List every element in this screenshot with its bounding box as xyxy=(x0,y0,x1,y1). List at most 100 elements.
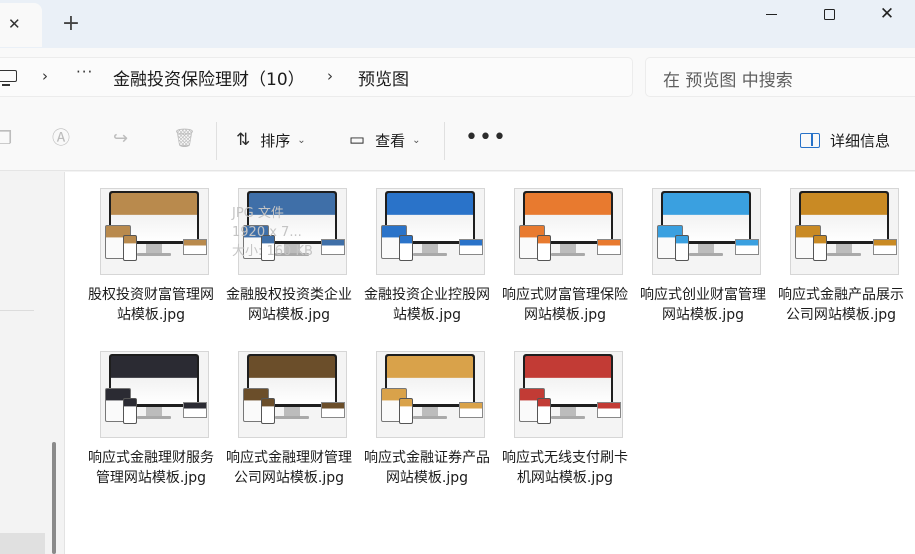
monitor-base xyxy=(137,253,171,256)
monitor-base xyxy=(689,253,723,256)
phone-graphic xyxy=(123,398,137,424)
file-item[interactable]: 响应式财富管理保险网站模板.jpg xyxy=(499,176,628,351)
rename-icon[interactable]: Ⓐ xyxy=(52,130,70,148)
drag-ghost-tooltip: JPG 文件 1920 x 7... 大小: 160 KB xyxy=(232,204,342,264)
details-pane-icon xyxy=(800,132,820,148)
monitor-base xyxy=(275,416,309,419)
delete-icon[interactable]: 🗑 xyxy=(173,130,196,148)
details-pane-button[interactable]: 详细信息 xyxy=(800,124,890,156)
breadcrumb-item[interactable]: 金融投资保险理财（10） xyxy=(113,65,305,90)
maximize-button[interactable] xyxy=(800,0,858,28)
share-icon[interactable]: ↪ xyxy=(113,130,128,148)
toolbar-divider xyxy=(216,122,217,160)
file-thumbnail xyxy=(376,351,485,438)
nav-scrollbar[interactable] xyxy=(52,442,56,554)
laptop-graphic xyxy=(459,402,483,418)
file-name: 响应式金融理财服务管理网站模板.jpg xyxy=(88,450,214,486)
view-label: 查看 xyxy=(375,131,406,150)
laptop-graphic xyxy=(183,239,207,255)
file-thumbnail xyxy=(652,188,761,275)
tab-active[interactable]: ✕ xyxy=(0,3,42,47)
breadcrumb-item[interactable]: 预览图 xyxy=(358,65,409,90)
laptop-graphic xyxy=(597,239,621,255)
laptop-graphic xyxy=(597,402,621,418)
details-label: 详细信息 xyxy=(830,131,891,150)
phone-graphic xyxy=(399,398,413,424)
monitor-base xyxy=(551,416,585,419)
breadcrumb-overflow[interactable]: ··· xyxy=(76,63,93,81)
monitor-base xyxy=(551,253,585,256)
file-thumbnail xyxy=(790,188,899,275)
file-item[interactable]: 金融投资企业控股网站模板.jpg xyxy=(361,176,490,351)
close-icon: ✕ xyxy=(879,3,895,24)
ghost-type: JPG 文件 xyxy=(232,206,284,221)
chevron-right-icon[interactable]: › xyxy=(327,67,333,85)
laptop-graphic xyxy=(873,239,897,255)
file-name: 响应式金融证券产品网站模板.jpg xyxy=(364,450,490,486)
more-options-button[interactable]: ••• xyxy=(465,127,507,149)
sort-label: 排序 xyxy=(260,131,291,150)
sort-button[interactable]: ⇅ 排序 ⌄ xyxy=(236,124,306,156)
phone-graphic xyxy=(123,235,137,261)
phone-graphic xyxy=(675,235,689,261)
chevron-right-icon[interactable]: › xyxy=(42,67,48,85)
computer-icon[interactable] xyxy=(0,70,17,86)
chevron-down-icon: ⌄ xyxy=(297,134,306,146)
file-grid: 股权投资财富管理网站模板.jpg 金融股权投资类企业网站模板.jpg 金融投资企业控… xyxy=(65,172,915,554)
file-item[interactable]: 响应式金融证券产品网站模板.jpg xyxy=(361,339,490,514)
file-name: 金融投资企业控股网站模板.jpg xyxy=(364,287,490,323)
view-icon: ▭ xyxy=(349,130,366,150)
file-item[interactable]: 响应式金融理财管理公司网站模板.jpg xyxy=(223,339,352,514)
command-bar: ❐ Ⓐ ↪ 🗑 ⇅ 排序 ⌄ ▭ 查看 ⌄ ••• 详细信息 xyxy=(0,108,915,171)
address-bar[interactable]: › ··· 金融投资保险理财（10） › 预览图 xyxy=(0,57,633,97)
close-window-button[interactable]: ✕ xyxy=(858,0,915,28)
toolbar-divider xyxy=(444,122,445,160)
laptop-graphic xyxy=(459,239,483,255)
file-name: 响应式无线支付刷卡机网站模板.jpg xyxy=(502,450,628,486)
file-name: 响应式创业财富管理网站模板.jpg xyxy=(640,287,766,323)
phone-graphic xyxy=(537,398,551,424)
tab-strip: ✕ + ✕ xyxy=(0,0,915,48)
file-thumbnail xyxy=(376,188,485,275)
minimize-icon xyxy=(765,13,777,15)
file-name: 金融股权投资类企业网站模板.jpg xyxy=(226,287,352,323)
close-tab-icon[interactable]: ✕ xyxy=(8,15,21,33)
nav-divider xyxy=(0,310,34,311)
monitor-base xyxy=(413,416,447,419)
file-name: 响应式金融产品展示公司网站模板.jpg xyxy=(778,287,904,323)
file-item[interactable]: 响应式金融产品展示公司网站模板.jpg xyxy=(775,176,904,351)
file-name: 响应式财富管理保险网站模板.jpg xyxy=(502,287,628,323)
file-item[interactable]: 响应式创业财富管理网站模板.jpg xyxy=(637,176,766,351)
minimize-button[interactable] xyxy=(742,0,800,28)
sort-icon: ⇅ xyxy=(236,130,251,150)
file-thumbnail xyxy=(100,351,209,438)
ghost-dimensions: 1920 x 7... xyxy=(232,225,302,240)
file-thumbnail xyxy=(514,351,623,438)
phone-graphic xyxy=(537,235,551,261)
maximize-icon xyxy=(823,8,835,20)
address-row: › ··· 金融投资保险理财（10） › 预览图 在 预览图 中搜索 xyxy=(0,48,915,108)
file-item[interactable]: 响应式无线支付刷卡机网站模板.jpg xyxy=(499,339,628,514)
nav-selected-item[interactable] xyxy=(0,533,45,554)
new-tab-button[interactable]: + xyxy=(57,10,85,38)
view-button[interactable]: ▭ 查看 ⌄ xyxy=(349,124,420,156)
search-input[interactable]: 在 预览图 中搜索 xyxy=(645,57,915,97)
file-thumbnail xyxy=(514,188,623,275)
monitor-base xyxy=(137,416,171,419)
phone-graphic xyxy=(813,235,827,261)
file-name: 响应式金融理财管理公司网站模板.jpg xyxy=(226,450,352,486)
file-item[interactable]: 响应式金融理财服务管理网站模板.jpg xyxy=(85,339,214,514)
file-thumbnail xyxy=(100,188,209,275)
phone-graphic xyxy=(399,235,413,261)
monitor-base xyxy=(827,253,861,256)
file-name: 股权投资财富管理网站模板.jpg xyxy=(88,287,214,323)
file-thumbnail xyxy=(238,351,347,438)
laptop-graphic xyxy=(735,239,759,255)
navigation-pane[interactable] xyxy=(0,172,47,554)
file-item[interactable]: 股权投资财富管理网站模板.jpg xyxy=(85,176,214,351)
ghost-size: 大小: 160 KB xyxy=(232,244,313,259)
monitor-base xyxy=(413,253,447,256)
laptop-graphic xyxy=(183,402,207,418)
phone-graphic xyxy=(261,398,275,424)
copy-icon[interactable]: ❐ xyxy=(0,130,12,148)
